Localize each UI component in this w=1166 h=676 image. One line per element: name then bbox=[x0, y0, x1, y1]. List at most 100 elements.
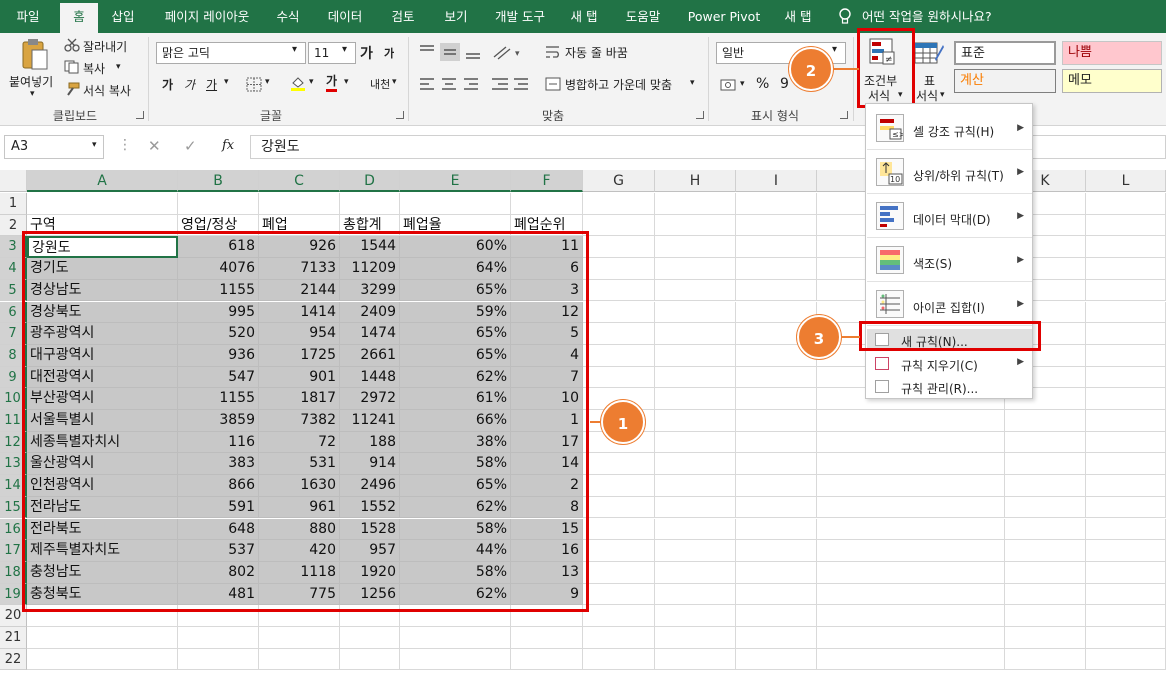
tab-developer[interactable]: 개발 도구 bbox=[487, 0, 553, 33]
cell[interactable] bbox=[583, 605, 655, 627]
cell[interactable] bbox=[655, 475, 736, 497]
comma-style-button[interactable]: 9 bbox=[780, 76, 789, 92]
cell[interactable] bbox=[736, 236, 817, 259]
cell[interactable] bbox=[1005, 431, 1086, 454]
column-header-C[interactable]: C bbox=[259, 170, 340, 192]
cell[interactable] bbox=[655, 214, 736, 237]
cell[interactable] bbox=[736, 431, 817, 454]
number-launcher-icon[interactable] bbox=[840, 111, 848, 119]
cell[interactable] bbox=[655, 366, 736, 389]
cell[interactable] bbox=[817, 475, 1005, 497]
cell[interactable] bbox=[1086, 475, 1166, 497]
cell[interactable] bbox=[259, 193, 340, 215]
format-as-table-dropdown-icon[interactable]: ▾ bbox=[940, 90, 945, 100]
cell[interactable] bbox=[817, 605, 1005, 627]
cell[interactable] bbox=[1005, 518, 1086, 541]
cell[interactable] bbox=[583, 323, 655, 345]
accounting-dropdown-icon[interactable]: ▾ bbox=[740, 79, 745, 89]
cell[interactable] bbox=[583, 496, 655, 519]
menu-item-data-bars[interactable]: 데이터 막대(D) ▶ bbox=[867, 200, 1032, 234]
cell[interactable] bbox=[1086, 258, 1166, 280]
tab-view[interactable]: 보기 bbox=[435, 0, 477, 33]
cell[interactable] bbox=[736, 258, 817, 280]
tab-new-tab-1[interactable]: 새 탭 bbox=[562, 0, 606, 33]
wrap-text-button[interactable]: 자동 줄 바꿈 bbox=[565, 44, 628, 61]
underline-dropdown-icon[interactable]: ▾ bbox=[224, 77, 229, 87]
cell[interactable] bbox=[1086, 453, 1166, 476]
insert-function-icon[interactable]: fx bbox=[222, 138, 234, 153]
cell[interactable] bbox=[1005, 583, 1086, 606]
tab-help[interactable]: 도움말 bbox=[616, 0, 670, 33]
column-header-H[interactable]: H bbox=[655, 170, 736, 192]
cell[interactable] bbox=[655, 453, 736, 476]
column-header-G[interactable]: G bbox=[583, 170, 655, 192]
cell[interactable] bbox=[736, 475, 817, 497]
tab-data[interactable]: 데이터 bbox=[318, 0, 372, 33]
merge-dropdown-icon[interactable]: ▾ bbox=[690, 78, 695, 88]
italic-button[interactable]: 가 bbox=[184, 76, 195, 93]
merge-center-button[interactable]: 병합하고 가운데 맞춤 bbox=[565, 76, 672, 93]
paste-button[interactable]: 붙여넣기 bbox=[9, 73, 53, 90]
cell[interactable] bbox=[655, 431, 736, 454]
cell[interactable] bbox=[655, 583, 736, 606]
cell[interactable] bbox=[340, 648, 400, 671]
cell[interactable] bbox=[655, 323, 736, 345]
format-as-table-label-2[interactable]: 서식 bbox=[916, 87, 938, 104]
cell[interactable] bbox=[817, 496, 1005, 519]
cell[interactable] bbox=[583, 648, 655, 671]
menu-item-manage-rules[interactable]: 규칙 관리(R)... bbox=[867, 376, 1032, 398]
cell[interactable] bbox=[1086, 301, 1166, 324]
cell[interactable] bbox=[655, 236, 736, 259]
cell[interactable] bbox=[1005, 561, 1086, 584]
menu-item-icon-sets[interactable]: 아이콘 집합(I) ▶ bbox=[867, 288, 1032, 322]
row-header-22[interactable]: 22 bbox=[0, 648, 27, 671]
cell[interactable] bbox=[736, 540, 817, 562]
cell[interactable] bbox=[655, 344, 736, 367]
cell[interactable] bbox=[1005, 648, 1086, 671]
style-normal[interactable]: 표준 bbox=[954, 41, 1056, 65]
cell[interactable] bbox=[817, 540, 1005, 562]
select-all-corner[interactable] bbox=[0, 170, 27, 192]
font-name-dropdown-icon[interactable]: ▾ bbox=[292, 44, 297, 55]
fill-color-dropdown-icon[interactable]: ▾ bbox=[309, 77, 314, 87]
tab-new-tab-2[interactable]: 새 탭 bbox=[776, 0, 820, 33]
cell[interactable] bbox=[583, 236, 655, 259]
cell[interactable] bbox=[655, 388, 736, 410]
style-note[interactable]: 메모 bbox=[1062, 69, 1162, 93]
row-header-1[interactable]: 1 bbox=[0, 193, 27, 215]
cell[interactable] bbox=[400, 193, 511, 215]
cell[interactable] bbox=[655, 258, 736, 280]
menu-item-top-bottom-rules[interactable]: 10 상위/하위 규칙(T) ▶ bbox=[867, 156, 1032, 190]
border-icon[interactable] bbox=[246, 77, 262, 92]
copy-dropdown-icon[interactable]: ▾ bbox=[116, 62, 121, 72]
tab-power-pivot[interactable]: Power Pivot bbox=[682, 0, 766, 33]
cell[interactable] bbox=[583, 301, 655, 324]
cell[interactable] bbox=[655, 496, 736, 519]
cell[interactable] bbox=[817, 453, 1005, 476]
number-format-dropdown-icon[interactable]: ▾ bbox=[832, 44, 837, 55]
font-color-button[interactable]: 가 bbox=[326, 74, 338, 92]
clipboard-launcher-icon[interactable] bbox=[136, 111, 144, 119]
cut-button[interactable]: 잘라내기 bbox=[83, 38, 127, 55]
tab-home[interactable]: 홈 bbox=[60, 3, 98, 33]
cell[interactable] bbox=[1005, 605, 1086, 627]
cell[interactable] bbox=[583, 518, 655, 541]
grow-font-button[interactable]: 가 bbox=[360, 43, 373, 63]
cell[interactable] bbox=[736, 214, 817, 237]
cell[interactable] bbox=[736, 388, 817, 410]
cell[interactable] bbox=[1086, 518, 1166, 541]
cell[interactable] bbox=[27, 648, 178, 671]
cell[interactable] bbox=[736, 605, 817, 627]
cell[interactable] bbox=[583, 453, 655, 476]
accounting-format-icon[interactable] bbox=[720, 77, 738, 93]
cell[interactable] bbox=[583, 344, 655, 367]
font-color-dropdown-icon[interactable]: ▾ bbox=[344, 77, 349, 87]
cell[interactable] bbox=[1005, 453, 1086, 476]
cell[interactable] bbox=[736, 279, 817, 302]
cell[interactable] bbox=[655, 279, 736, 302]
cell[interactable] bbox=[655, 410, 736, 432]
cell[interactable] bbox=[817, 627, 1005, 649]
menu-item-color-scales[interactable]: 색조(S) ▶ bbox=[867, 244, 1032, 278]
menu-item-highlight-rules[interactable]: ≤> 셀 강조 규칙(H) ▶ bbox=[867, 112, 1032, 146]
cell[interactable] bbox=[1086, 627, 1166, 649]
